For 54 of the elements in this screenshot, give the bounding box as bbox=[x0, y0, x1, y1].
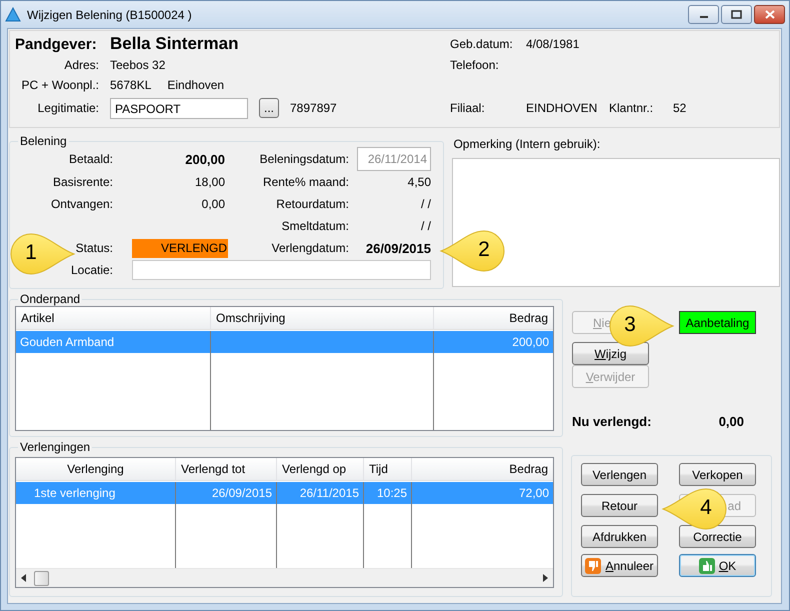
field-value: 5678KL bbox=[110, 78, 152, 92]
group-title: Onderpand bbox=[19, 292, 82, 306]
field-label: Basisrente: bbox=[52, 175, 113, 189]
field-label: Retourdatum: bbox=[276, 197, 349, 211]
field-label: Telefoon: bbox=[450, 58, 500, 72]
field-label: Locatie: bbox=[70, 263, 113, 277]
field-label: Legitimatie: bbox=[36, 101, 99, 115]
field-value: Teebos 32 bbox=[110, 58, 166, 72]
field-label: Klantnr.: bbox=[609, 101, 654, 115]
field-value: 0,00 bbox=[718, 414, 744, 429]
field-label: Opmerking (Intern gebruik): bbox=[453, 136, 602, 151]
callout-number: 2 bbox=[477, 238, 491, 262]
group-title: Belening bbox=[19, 134, 68, 148]
table-cell: 10:25 bbox=[364, 482, 412, 504]
table-cell-text: 200,00 bbox=[511, 334, 550, 351]
client-name: Bella Sinterman bbox=[110, 34, 238, 54]
window-title: Wijzigen Belening (B1500024 ) bbox=[27, 8, 193, 22]
table-cell: 1ste verlenging bbox=[16, 482, 176, 504]
field-value: 26/09/2015 bbox=[364, 240, 431, 256]
group-title: Verlengingen bbox=[19, 440, 92, 454]
field-value: 52 bbox=[673, 101, 686, 115]
field-label: Beleningsdatum: bbox=[260, 152, 349, 166]
field-value: Eindhoven bbox=[167, 78, 224, 92]
action-button: Verwijder bbox=[572, 365, 649, 388]
field-label: Geb.datum: bbox=[450, 37, 514, 51]
field-value: / / bbox=[420, 219, 431, 233]
field-label: Smeltdatum: bbox=[282, 219, 349, 233]
field-value: 4/08/1981 bbox=[526, 37, 580, 51]
field-value: 200,00 bbox=[184, 152, 225, 166]
field-value: EINDHOVEN bbox=[526, 101, 598, 115]
field-label: Rente% maand: bbox=[262, 175, 349, 189]
callout-number: 1 bbox=[24, 241, 38, 265]
field-label: Nu verlengd: bbox=[572, 414, 652, 429]
table-cell: Gouden Armband bbox=[16, 331, 211, 353]
id-number: 7897897 bbox=[290, 101, 337, 115]
field-label: Pandgever: bbox=[15, 36, 98, 52]
field-label: Ontvangen: bbox=[50, 197, 113, 211]
field-label: Filiaal: bbox=[450, 101, 486, 115]
date-field: 26/11/2014 bbox=[357, 147, 431, 171]
field-label: Verlengdatum: bbox=[272, 241, 349, 255]
field-value: 0,00 bbox=[200, 197, 225, 211]
callout-number: 3 bbox=[623, 313, 637, 337]
table-cell-text: 72,00 bbox=[518, 485, 550, 502]
field-value: / / bbox=[420, 197, 431, 211]
field-label: Status: bbox=[76, 241, 113, 255]
field-value: 18,00 bbox=[194, 175, 225, 189]
table-cell: 26/09/2015 bbox=[176, 482, 277, 504]
status-badge: VERLENGD bbox=[132, 238, 228, 258]
callout-number: 4 bbox=[699, 496, 713, 520]
field-label: Adres: bbox=[63, 58, 99, 72]
field-value: 4,50 bbox=[406, 175, 431, 189]
field-label: PC + Woonpl.: bbox=[20, 78, 99, 92]
field-label: Betaald: bbox=[68, 152, 113, 166]
table-cell: 26/11/2015 bbox=[277, 482, 364, 504]
